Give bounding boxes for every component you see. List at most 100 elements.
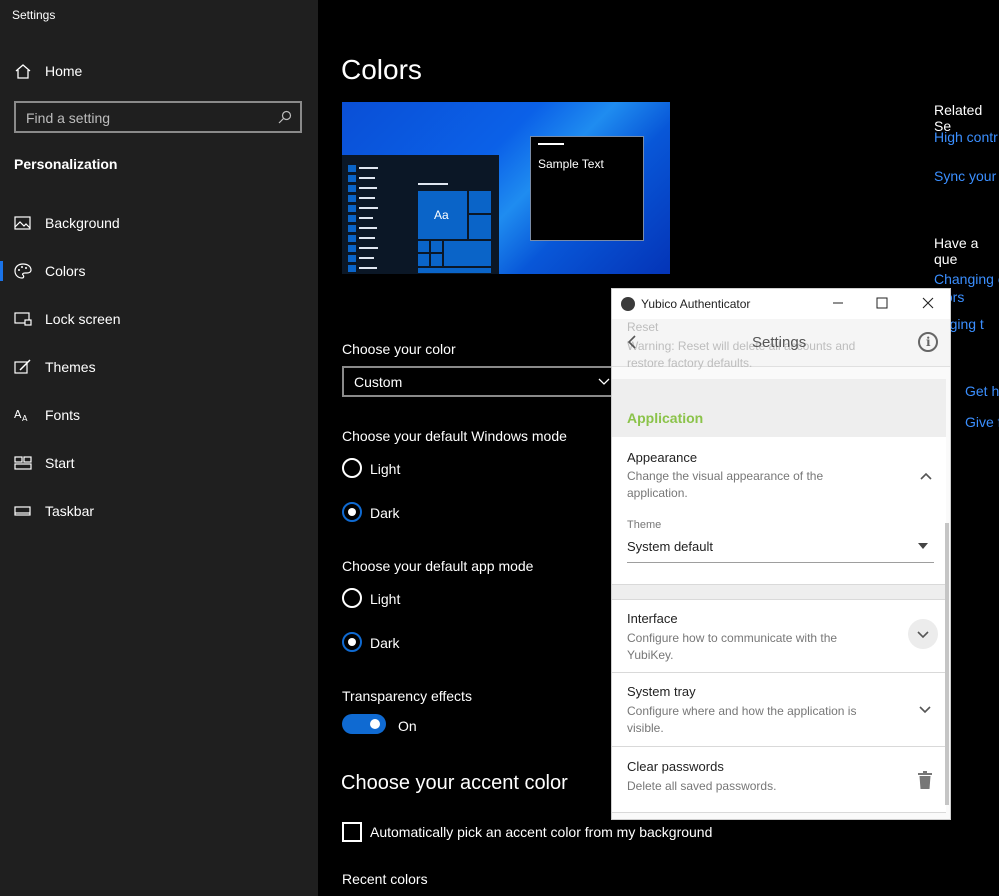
sidebar-item-label: Colors: [45, 263, 86, 279]
sidebar-item-label: Background: [45, 215, 120, 231]
recent-colors-label: Recent colors: [342, 871, 428, 887]
theme-select[interactable]: System default: [627, 535, 934, 563]
section-gap: [612, 585, 946, 599]
chevron-up-icon[interactable]: [919, 471, 933, 481]
clear-passwords-card[interactable]: Clear passwords Delete all saved passwor…: [612, 747, 946, 813]
choose-color-label: Choose your color: [342, 341, 456, 357]
app-mode-light-radio[interactable]: [342, 588, 362, 608]
auto-accent-label: Automatically pick an accent color from …: [370, 824, 713, 840]
chevron-down-icon[interactable]: [918, 705, 932, 715]
system-tray-card[interactable]: System tray Configure where and how the …: [612, 673, 946, 747]
app-mode-label: Choose your default app mode: [342, 558, 534, 574]
choose-color-dropdown[interactable]: Custom: [342, 366, 622, 397]
app-mode-light-label: Light: [370, 591, 401, 607]
app-mode-dark-label: Dark: [370, 635, 400, 651]
system-tray-desc: Configure where and how the application …: [627, 704, 857, 735]
clear-passwords-desc: Delete all saved passwords.: [627, 779, 777, 793]
appearance-desc: Change the visual appearance of the appl…: [627, 469, 824, 500]
windows-mode-dark-label: Dark: [370, 505, 400, 521]
interface-card[interactable]: Interface Configure how to communicate w…: [612, 599, 946, 673]
accent-color-title: Choose your accent color: [341, 772, 568, 794]
high-contrast-link[interactable]: High contr: [934, 129, 998, 145]
interface-desc: Configure how to communicate with the Yu…: [627, 631, 838, 662]
svg-text:A: A: [14, 408, 22, 421]
sidebar-item-label: Taskbar: [45, 503, 95, 519]
transparency-state: On: [398, 718, 417, 734]
sidebar-item-taskbar[interactable]: Taskbar: [0, 491, 318, 531]
windows-mode-light-label: Light: [370, 461, 401, 477]
ghost-reset-title: Reset: [627, 320, 659, 334]
get-help-link[interactable]: Get h: [965, 383, 999, 399]
windows-mode-light-radio[interactable]: [342, 458, 362, 478]
home-nav-item[interactable]: Home: [0, 51, 318, 91]
sidebar-item-fonts[interactable]: AA Fonts: [0, 395, 318, 435]
sidebar-item-themes[interactable]: Themes: [0, 347, 318, 387]
search-icon[interactable]: [278, 110, 292, 124]
theme-label: Theme: [627, 519, 662, 531]
windows-mode-dark-radio[interactable]: [342, 502, 362, 522]
palette-icon: [14, 263, 32, 279]
changing-colors-link[interactable]: Changing c: [934, 271, 999, 287]
yubico-settings-title: Settings: [752, 334, 807, 351]
ghost-reset-desc-1: Warning: Reset will delete all accounts …: [627, 339, 856, 353]
clear-passwords-title: Clear passwords: [627, 759, 724, 774]
interface-title: Interface: [627, 611, 678, 626]
back-arrow-icon[interactable]: [626, 335, 638, 349]
choose-color-value: Custom: [354, 374, 403, 390]
info-icon[interactable]: [918, 332, 938, 352]
page-title: Colors: [341, 54, 422, 85]
theme-value: System default: [627, 539, 713, 554]
yubico-authenticator-window: Yubico Authenticator Reset Warning: Rese…: [611, 288, 951, 820]
sidebar-item-colors[interactable]: Colors: [0, 251, 318, 291]
search-input[interactable]: Find a setting: [14, 101, 302, 133]
sidebar-item-label: Lock screen: [45, 311, 121, 327]
window-title: Settings: [12, 8, 56, 22]
windows-mode-label: Choose your default Windows mode: [342, 428, 567, 444]
start-icon: [14, 456, 32, 470]
auto-accent-checkbox[interactable]: [342, 822, 362, 842]
question-heading: Have a que: [934, 235, 979, 267]
minimize-icon[interactable]: [830, 295, 846, 311]
maximize-icon[interactable]: [874, 295, 890, 311]
home-label: Home: [45, 63, 83, 79]
close-icon[interactable]: [920, 295, 936, 311]
dropdown-arrow-icon: [918, 543, 928, 549]
transparency-label: Transparency effects: [342, 688, 472, 704]
app-mode-dark-radio[interactable]: [342, 632, 362, 652]
yubico-logo-icon: [621, 297, 635, 311]
trash-icon[interactable]: [918, 771, 932, 789]
sidebar-item-label: Fonts: [45, 407, 81, 423]
themes-icon: [14, 359, 31, 374]
sidebar-item-label: Themes: [45, 359, 96, 375]
yubico-titlebar[interactable]: Yubico Authenticator: [612, 289, 950, 319]
chevron-down-icon: [598, 378, 610, 385]
application-section: [612, 379, 946, 437]
lock-screen-icon: [14, 312, 32, 326]
ghost-reset-desc-2: restore factory defaults.: [627, 356, 753, 370]
yubico-scrollbar[interactable]: [945, 523, 949, 805]
picture-icon: [14, 216, 31, 230]
yubico-window-title: Yubico Authenticator: [641, 297, 751, 311]
yubico-settings-header: Reset Warning: Reset will delete all acc…: [612, 319, 950, 370]
preview-tile-label: Aa: [434, 208, 449, 222]
application-section-label: Application: [627, 410, 704, 426]
section-title: Personalization: [14, 156, 118, 172]
sidebar-item-background[interactable]: Background: [0, 203, 318, 243]
sidebar-item-lock-screen[interactable]: Lock screen: [0, 299, 318, 339]
home-icon: [15, 64, 31, 79]
sidebar: Settings Home Find a setting Personaliza…: [0, 0, 318, 896]
transparency-toggle[interactable]: [342, 714, 386, 734]
search-placeholder: Find a setting: [26, 110, 111, 126]
appearance-card: Appearance Change the visual appearance …: [612, 437, 946, 585]
preview-start-menu: Aa: [342, 155, 499, 274]
preview-sample-text: Sample Text: [538, 157, 604, 171]
give-feedback-link[interactable]: Give f: [965, 414, 999, 430]
theme-preview: Aa Sample Text: [342, 102, 670, 274]
svg-text:A: A: [22, 414, 28, 423]
preview-window: Sample Text: [530, 136, 644, 241]
sync-settings-link[interactable]: Sync your s: [934, 168, 999, 184]
appearance-title[interactable]: Appearance: [627, 450, 697, 465]
sidebar-item-label: Start: [45, 455, 75, 471]
sidebar-item-start[interactable]: Start: [0, 443, 318, 483]
system-tray-title: System tray: [627, 684, 696, 699]
